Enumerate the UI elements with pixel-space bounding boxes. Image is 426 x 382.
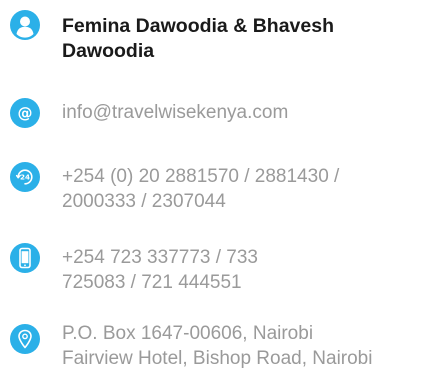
phone-numbers[interactable]: +254 (0) 20 2881570 / 2881430 / 2000333 … (62, 164, 420, 214)
postal-address: P.O. Box 1647-00606, Nairobi Fairview Ho… (62, 321, 420, 371)
phone-line-1: +254 (0) 20 2881570 / 2881430 / (62, 166, 340, 187)
mobile-line-1: +254 723 337773 / 733 (62, 247, 258, 268)
contact-details-list: Femina Dawoodia & Bhavesh Dawoodia @ inf… (0, 0, 426, 382)
contact-name-line-1: Femina Dawoodia & Bhavesh (62, 15, 334, 37)
contact-name-line-2: Dawoodia (62, 40, 155, 62)
at-sign-icon: @ (10, 98, 40, 128)
email-address: info@travelwisekenya.com (62, 102, 289, 123)
24h-phone-icon: 24 (10, 162, 40, 192)
phone-line-2: 2000333 / 2307044 (62, 191, 226, 212)
mobile-line-2: 725083 / 721 444551 (62, 272, 242, 293)
person-icon (10, 10, 40, 40)
address-line-2: Fairview Hotel, Bishop Road, Nairobi (62, 348, 373, 369)
mobile-phone-icon (10, 243, 40, 273)
svg-text:24: 24 (20, 173, 30, 182)
contact-name: Femina Dawoodia & Bhavesh Dawoodia (62, 14, 420, 64)
location-pin-icon (10, 324, 40, 354)
mobile-numbers[interactable]: +254 723 337773 / 733 725083 / 721 44455… (62, 245, 420, 295)
address-line-1: P.O. Box 1647-00606, Nairobi (62, 323, 314, 344)
email-link[interactable]: info@travelwisekenya.com (62, 100, 420, 125)
